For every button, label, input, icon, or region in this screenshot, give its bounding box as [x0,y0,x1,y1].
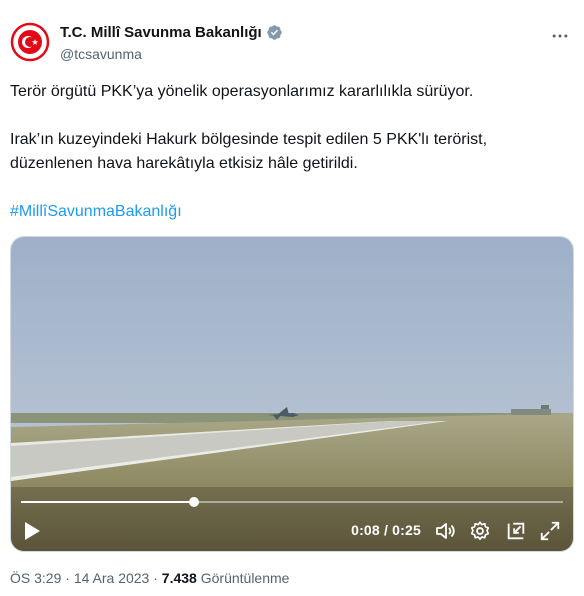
tweet-text-line: Terör örgütü PKK’ya yönelik operasyonlar… [10,83,474,100]
play-icon[interactable] [23,521,41,541]
settings-gear-icon[interactable] [469,520,491,542]
more-options-icon[interactable] [550,26,570,46]
meta-separator: · [61,570,74,586]
video-frame [11,237,573,551]
tweet-header: T.C. Millî Savunma Bakanlığı @tcsavunma [10,22,574,66]
fullscreen-icon[interactable] [539,520,561,542]
name-row: T.C. Millî Savunma Bakanlığı [60,24,283,41]
avatar[interactable] [10,22,50,62]
view-count-label: Görüntülenme [196,570,290,586]
account-name[interactable]: T.C. Millî Savunma Bakanlığı [60,24,262,41]
tweet-text-line: düzenlenen hava harekâtıyla etkisiz hâle… [10,155,358,172]
verified-badge-icon [266,25,282,40]
volume-icon[interactable] [435,521,457,541]
video-player[interactable]: 0:08 / 0:25 [10,236,574,552]
view-count: 7.438 [161,570,197,586]
tweet-text-line: Irak’ın kuzeyindeki Hakurk bölgesinde te… [10,131,488,148]
video-time: 0:08 / 0:25 [351,522,421,538]
hashtag-link[interactable]: #MillîSavunmaBakanlığı [10,200,182,224]
video-progress-bar[interactable] [21,497,563,507]
video-controls: 0:08 / 0:25 [11,513,573,549]
picture-in-picture-icon[interactable] [505,520,527,542]
tweet-time[interactable]: ÖS 3:29 [10,570,61,586]
tweet-meta: ÖS 3:29 · 14 Ara 2023 · 7.438 Görüntülen… [10,570,289,586]
meta-separator: · [149,570,162,586]
account-handle[interactable]: @tcsavunma [60,46,142,62]
video-progress-fill [21,501,195,503]
tweet-date[interactable]: 14 Ara 2023 [74,570,150,586]
